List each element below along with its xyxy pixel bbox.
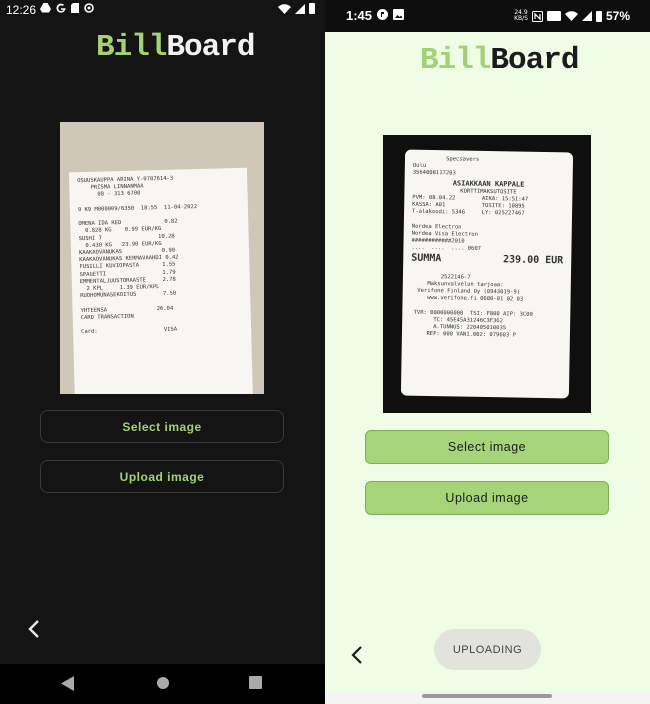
logo-text-bill: Bill [420, 43, 491, 78]
app-logo: BillBoard [96, 30, 255, 65]
receipt-paper: Specsavers Oulu 3564008117203 ASIAKKAAN KA… [400, 149, 574, 399]
back-arrow-icon[interactable] [24, 618, 46, 640]
logo-text-board: Board [166, 30, 255, 65]
app-logo: BillBoard [420, 43, 579, 78]
signal-icon [295, 3, 305, 14]
wifi-icon [278, 3, 291, 14]
back-arrow-icon[interactable] [347, 644, 369, 666]
drive-icon [40, 3, 51, 13]
network-speed: 24.9 KB/S [514, 10, 528, 22]
status-notification-icons [377, 9, 404, 20]
receipt-sum-label: SUMMA [411, 253, 442, 265]
status-bar: 12:26 [0, 0, 325, 20]
uploading-status-chip: UPLOADING [434, 629, 541, 670]
signal-icon [581, 11, 592, 21]
status-system-icons: 24.9 KB/S 57% [514, 9, 630, 23]
status-time: 12:26 [6, 3, 37, 17]
google-icon [56, 3, 66, 13]
status-bar: 1:45 24.9 KB/S 57% [325, 0, 650, 32]
status-system-icons [278, 3, 315, 14]
receipt-paper: OSUUSKAUPPA ARINA Y-0787614-3 PRISMA LIN… [68, 167, 254, 394]
nfc-icon [531, 10, 543, 22]
receipt-image-preview: OSUUSKAUPPA ARINA Y-0787614-3 PRISMA LIN… [60, 122, 264, 394]
battery-percentage: 57% [605, 9, 630, 23]
receipt-sum-value: 239.00 EUR [502, 254, 564, 267]
status-notification-icons [40, 3, 94, 13]
logo-text-board: Board [490, 43, 579, 78]
navigation-bar [0, 664, 325, 704]
upload-image-button[interactable]: Upload image [365, 481, 609, 515]
app-notification-icon [377, 9, 388, 20]
receipt-line: REF: 000 VAN1.002: 079603 P [409, 330, 516, 339]
nav-home-icon[interactable] [156, 676, 170, 690]
nav-back-icon[interactable] [61, 676, 75, 691]
image-icon [393, 9, 404, 20]
left-phone-screen: 12:26 BillBoard OSUUSKAUPPA ARINA Y-0787… [0, 0, 325, 704]
logo-text-bill: Bill [96, 30, 167, 65]
receipt-image-preview: Specsavers Oulu 3564008117203 ASIAKKAAN KA… [383, 135, 591, 413]
gesture-handle[interactable] [422, 694, 552, 698]
select-image-button[interactable]: Select image [40, 410, 284, 443]
wifi-icon [564, 11, 578, 21]
receipt-sum-row: SUMMA 239.00 EUR [411, 252, 563, 269]
status-time: 1:45 [346, 8, 373, 23]
battery-icon [309, 3, 315, 14]
select-image-button[interactable]: Select image [365, 430, 609, 464]
volte-icon [546, 11, 561, 21]
battery-icon [595, 10, 602, 22]
right-phone-screen: 1:45 24.9 KB/S 57% BillBoard Specsavers Ou… [325, 0, 650, 704]
network-speed-unit: KB/S [514, 15, 528, 22]
nav-recents-icon[interactable] [249, 676, 262, 689]
upload-image-button[interactable]: Upload image [40, 460, 284, 493]
sd-card-icon [71, 3, 79, 13]
sync-icon [84, 3, 94, 13]
